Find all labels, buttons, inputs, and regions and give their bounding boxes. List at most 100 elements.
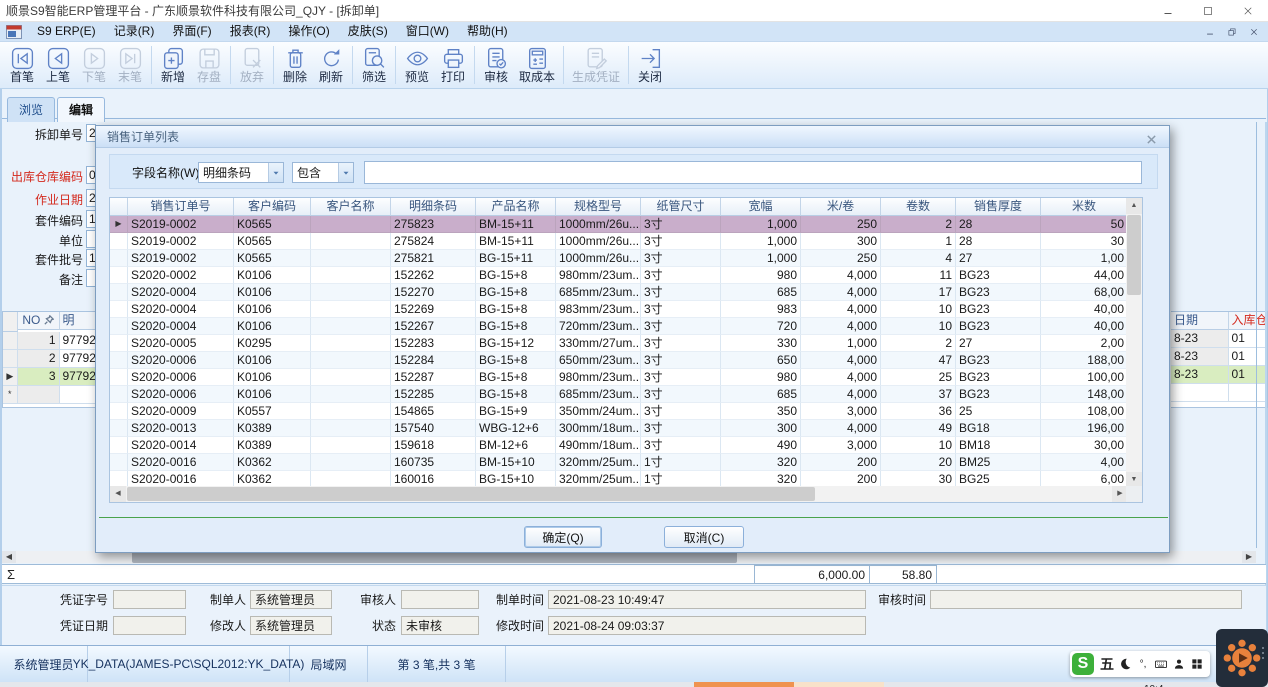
table-row[interactable]: ▶397792 xyxy=(3,368,96,386)
cell-11[interactable]: 100,00 xyxy=(1041,369,1128,386)
footer-value[interactable]: 系统管理员 xyxy=(250,616,332,635)
cell-5[interactable]: 650mm/23um... xyxy=(556,352,641,369)
cell-10[interactable]: BG23 xyxy=(956,386,1041,403)
cell-3[interactable]: 152287 xyxy=(391,369,476,386)
person-icon[interactable] xyxy=(1170,654,1188,674)
cell-11[interactable]: 68,00 xyxy=(1041,284,1128,301)
table-row[interactable] xyxy=(1171,384,1267,402)
col-header-detail[interactable]: 明 xyxy=(60,312,97,330)
cell-3[interactable]: 152285 xyxy=(391,386,476,403)
cell-10[interactable]: 25 xyxy=(956,403,1041,420)
cell-5[interactable]: 1000mm/26u... xyxy=(556,216,641,233)
cell-3[interactable]: 275823 xyxy=(391,216,476,233)
cell-4[interactable]: BG-15+8 xyxy=(476,318,556,335)
cell-9[interactable]: 2 xyxy=(881,216,956,233)
row-selector[interactable] xyxy=(110,437,128,454)
field-name-select[interactable]: 明细条码 xyxy=(198,162,284,183)
row-selector[interactable] xyxy=(110,301,128,318)
cell-2[interactable] xyxy=(311,301,391,318)
cell-warehouse[interactable]: 01 xyxy=(1229,366,1267,384)
cell-1[interactable]: K0565 xyxy=(234,233,311,250)
footer-value[interactable] xyxy=(930,590,1242,609)
col-header-3[interactable]: 明细条码 xyxy=(391,198,476,216)
cell-1[interactable]: K0106 xyxy=(234,318,311,335)
cell-7[interactable]: 490 xyxy=(721,437,801,454)
row-selector[interactable] xyxy=(110,335,128,352)
cell-2[interactable] xyxy=(311,250,391,267)
table-row[interactable]: 197792 xyxy=(3,332,96,350)
table-row[interactable]: 297792 xyxy=(3,350,96,368)
app-logo-tile[interactable] xyxy=(1216,629,1268,687)
col-header-1[interactable]: 客户编码 xyxy=(234,198,311,216)
sogou-logo-icon[interactable]: S xyxy=(1072,653,1094,675)
cell-9[interactable]: 4 xyxy=(881,250,956,267)
maximize-icon[interactable] xyxy=(1188,0,1228,22)
toolbar-filter-button[interactable]: 筛选 xyxy=(356,45,392,86)
cell-2[interactable] xyxy=(311,284,391,301)
cell-7[interactable]: 685 xyxy=(721,284,801,301)
cell-5[interactable]: 980mm/23um... xyxy=(556,267,641,284)
cell-2[interactable] xyxy=(311,335,391,352)
cell-6[interactable]: 3寸 xyxy=(641,318,721,335)
table-row[interactable]: S2020-0004K0106152267BG-15+8720mm/23um..… xyxy=(110,318,1128,335)
cell-1[interactable]: K0106 xyxy=(234,369,311,386)
cell-11[interactable]: 148,00 xyxy=(1041,386,1128,403)
taskbar-active-app[interactable] xyxy=(694,682,794,687)
row-selector[interactable] xyxy=(110,369,128,386)
toolbar-refresh-button[interactable]: 刷新 xyxy=(313,45,349,86)
cell-3[interactable]: 152262 xyxy=(391,267,476,284)
col-header-6[interactable]: 纸管尺寸 xyxy=(641,198,721,216)
cell-4[interactable]: BG-15+8 xyxy=(476,369,556,386)
cell-9[interactable]: 36 xyxy=(881,403,956,420)
cell-10[interactable]: BG23 xyxy=(956,369,1041,386)
cell-10[interactable]: BM18 xyxy=(956,437,1041,454)
cell-6[interactable]: 1寸 xyxy=(641,454,721,471)
cell-2[interactable] xyxy=(311,403,391,420)
cell-10[interactable]: 28 xyxy=(956,216,1041,233)
table-row[interactable]: S2020-0016K0362160735BM-15+10320mm/25um.… xyxy=(110,454,1128,471)
cell-0[interactable]: S2020-0016 xyxy=(128,454,234,471)
cell-10[interactable]: BG18 xyxy=(956,420,1041,437)
row-selector[interactable] xyxy=(110,454,128,471)
taskbar-app[interactable] xyxy=(794,682,884,687)
vscroll-thumb[interactable] xyxy=(1127,215,1141,295)
cell-8[interactable]: 4,000 xyxy=(801,284,881,301)
cell-10[interactable]: 28 xyxy=(956,233,1041,250)
col-header-date[interactable]: 日期 xyxy=(1171,312,1229,330)
table-row[interactable]: 8-2301 xyxy=(1171,330,1267,348)
col-header-11[interactable]: 米数 xyxy=(1041,198,1128,216)
row-selector[interactable] xyxy=(110,403,128,420)
mdi-restore-icon[interactable] xyxy=(1224,24,1240,40)
cell-detail[interactable] xyxy=(60,386,97,404)
table-row[interactable]: S2020-0004K0106152270BG-15+8685mm/23um..… xyxy=(110,284,1128,301)
cell-1[interactable]: K0106 xyxy=(234,352,311,369)
cell-3[interactable]: 160735 xyxy=(391,454,476,471)
cell-10[interactable]: BM25 xyxy=(956,454,1041,471)
cell-6[interactable]: 3寸 xyxy=(641,352,721,369)
cell-10[interactable]: 27 xyxy=(956,335,1041,352)
footer-value[interactable]: 2021-08-23 10:49:47 xyxy=(548,590,866,609)
cell-0[interactable]: S2020-0009 xyxy=(128,403,234,420)
cell-2[interactable] xyxy=(311,369,391,386)
table-row[interactable]: S2020-0005K0295152283BG-15+12330mm/27um.… xyxy=(110,335,1128,352)
cell-6[interactable]: 3寸 xyxy=(641,437,721,454)
col-header-5[interactable]: 规格型号 xyxy=(556,198,641,216)
cell-5[interactable]: 685mm/23um... xyxy=(556,386,641,403)
cell-0[interactable]: S2020-0004 xyxy=(128,318,234,335)
cell-6[interactable]: 3寸 xyxy=(641,386,721,403)
menu-item-2[interactable]: 界面(F) xyxy=(163,22,220,41)
cell-9[interactable]: 11 xyxy=(881,267,956,284)
cell-7[interactable]: 330 xyxy=(721,335,801,352)
cell-1[interactable]: K0106 xyxy=(234,301,311,318)
ok-button[interactable]: 确定(Q) xyxy=(524,526,602,548)
cell-4[interactable]: BG-15+9 xyxy=(476,403,556,420)
cell-1[interactable]: K0295 xyxy=(234,335,311,352)
scroll-left-icon[interactable]: ◀ xyxy=(2,551,16,563)
cell-9[interactable]: 20 xyxy=(881,454,956,471)
cell-7[interactable]: 320 xyxy=(721,454,801,471)
cell-7[interactable]: 650 xyxy=(721,352,801,369)
cell-2[interactable] xyxy=(311,454,391,471)
table-row[interactable]: S2019-0002K0565275821BG-15+111000mm/26u.… xyxy=(110,250,1128,267)
cell-3[interactable]: 152269 xyxy=(391,301,476,318)
col-header-7[interactable]: 宽幅 xyxy=(721,198,801,216)
